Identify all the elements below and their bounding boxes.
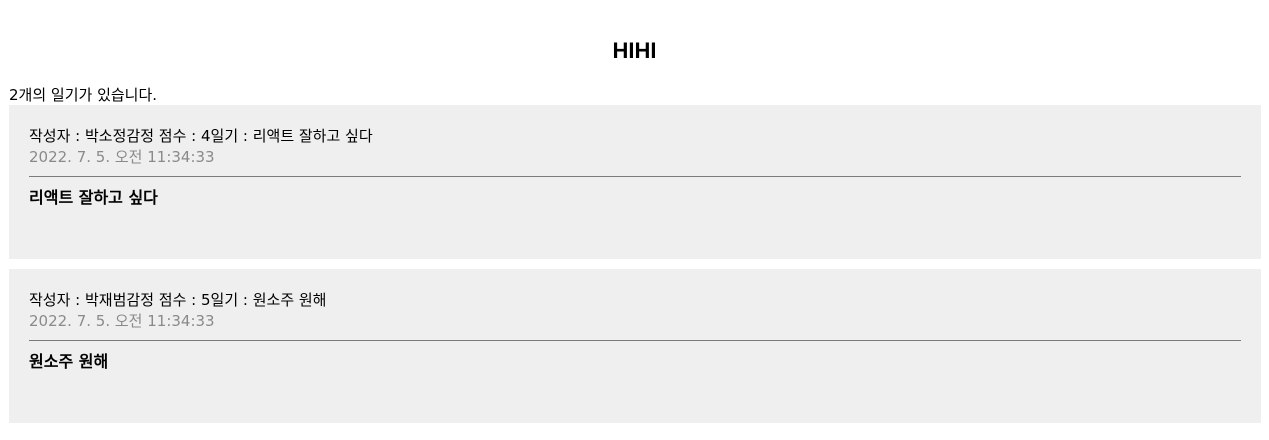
divider (29, 176, 1241, 177)
author-label: 작성자 : (29, 127, 85, 145)
page-title: HIHI (612, 38, 657, 63)
diary-item: 작성자 : 박소정감정 점수 : 4일기 : 리액트 잘하고 싶다 2022. … (9, 105, 1261, 259)
diary-list: 작성자 : 박소정감정 점수 : 4일기 : 리액트 잘하고 싶다 2022. … (9, 105, 1261, 433)
diary-date: 2022. 7. 5. 오전 11:34:33 (29, 148, 215, 166)
diary-info: 작성자 : 박소정감정 점수 : 4일기 : 리액트 잘하고 싶다 (29, 125, 1241, 147)
diary-page: HIHI 2개의 일기가 있습니다. 작성자 : 박소정감정 점수 : 4일기 … (0, 0, 1269, 440)
diary-content: 리액트 잘하고 싶다 (29, 188, 158, 207)
diary-label: 일기 : (210, 291, 253, 309)
author-name: 박소정 (85, 127, 127, 145)
divider (29, 340, 1241, 341)
diary-info: 작성자 : 박재범감정 점수 : 5일기 : 원소주 원해 (29, 289, 1241, 311)
author-name: 박재범 (85, 291, 127, 309)
emotion-label: 감정 점수 : (126, 127, 201, 145)
emotion-score: 5 (200, 291, 211, 309)
diary-content: 원소주 원해 (29, 352, 109, 371)
diary-label: 일기 : (210, 127, 253, 145)
diary-count: 2개의 일기가 있습니다. (9, 86, 158, 104)
emotion-label: 감정 점수 : (126, 291, 201, 309)
diary-date: 2022. 7. 5. 오전 11:34:33 (29, 312, 215, 330)
diary-item: 작성자 : 박재범감정 점수 : 5일기 : 원소주 원해 2022. 7. 5… (9, 269, 1261, 423)
emotion-score: 4 (200, 127, 211, 145)
diary-text: 원소주 원해 (252, 291, 327, 309)
diary-text: 리액트 잘하고 싶다 (252, 127, 373, 145)
author-label: 작성자 : (29, 291, 85, 309)
